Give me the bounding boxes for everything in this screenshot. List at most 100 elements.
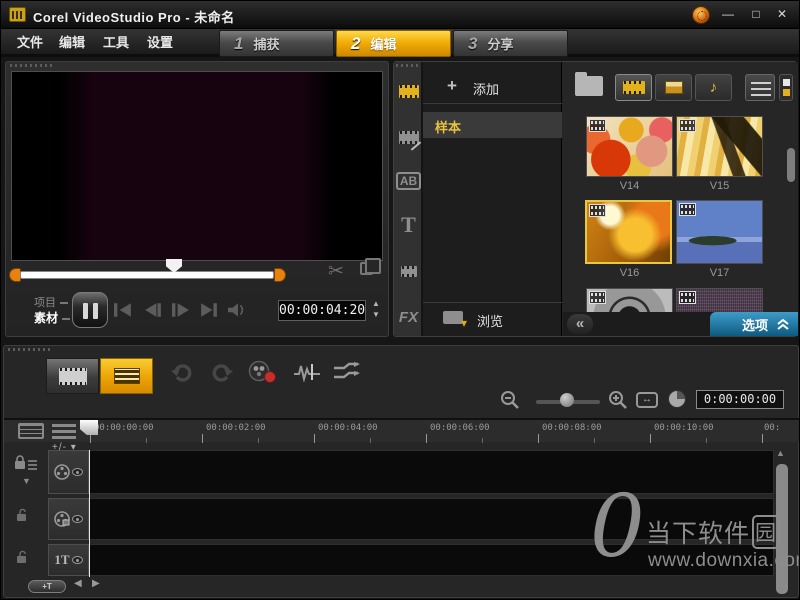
timeline-timecode[interactable]: 0:00:00:00 <box>696 390 784 409</box>
ruler-label: 00:00:06:00 <box>430 423 490 433</box>
stepper-up-icon[interactable]: ▲ <box>372 299 380 308</box>
timeline-panel: ↔ 0:00:00:00 00:00:00:00 00:00:02:00 00:… <box>3 345 799 598</box>
volume-icon[interactable] <box>228 303 250 317</box>
zoom-slider-thumb[interactable] <box>560 393 574 407</box>
track-visibility-eye-icon[interactable] <box>72 556 83 564</box>
stepper-down-icon[interactable]: ▼ <box>372 310 380 319</box>
end-button[interactable] <box>200 303 222 317</box>
split-clip-icon[interactable]: ✂ <box>328 260 344 283</box>
track-visibility-eye-icon[interactable] <box>72 515 83 523</box>
downxia-watermark: 0 当下软件园 www.downxia.com <box>590 500 798 598</box>
home-button[interactable] <box>114 303 136 317</box>
title-track-lock-icon[interactable] <box>16 550 32 564</box>
category-title-icon[interactable]: T <box>396 212 421 238</box>
category-transition-icon[interactable] <box>396 124 421 150</box>
media-thumbnail-v15[interactable] <box>676 116 763 177</box>
menu-tools[interactable]: 工具 <box>97 29 135 57</box>
scroll-up-icon[interactable]: ▲ <box>776 448 785 458</box>
ruler-label: 00:00:08:00 <box>542 423 602 433</box>
ripple-editing-icon[interactable] <box>332 362 360 382</box>
overlay-track-lock-icon[interactable] <box>16 508 32 522</box>
trim-end-handle[interactable] <box>274 268 286 282</box>
import-folder-icon[interactable] <box>575 76 603 96</box>
media-thumbnail-v14[interactable] <box>586 116 673 177</box>
media-thumbnail-v17[interactable] <box>676 200 763 264</box>
sort-view-button[interactable] <box>779 74 793 101</box>
scroll-left-icon[interactable]: ◀ <box>74 578 82 589</box>
library-folder-sample[interactable]: 样本 <box>423 112 562 138</box>
timecode-stepper[interactable]: ▲ ▼ <box>370 298 382 322</box>
window-title: Corel VideoStudio Pro - 未命名 <box>33 7 235 26</box>
options-button[interactable]: 选项 <box>710 312 798 336</box>
video-track[interactable] <box>89 450 774 494</box>
timeline-view-button[interactable] <box>100 358 153 394</box>
list-view-button[interactable] <box>745 74 775 101</box>
tab-share[interactable]: 3 分享 <box>453 30 568 57</box>
enlarge-preview-icon[interactable] <box>360 262 373 275</box>
thumbnail-label: V16 <box>586 267 673 279</box>
menu-settings[interactable]: 设置 <box>141 29 179 57</box>
media-thumbnail-partial[interactable] <box>676 288 763 314</box>
title-track-icon: 1T <box>54 552 69 568</box>
scroll-right-icon[interactable]: ▶ <box>92 578 100 589</box>
category-graphic-icon[interactable] <box>396 258 421 284</box>
category-filter-fx-icon[interactable]: FX <box>396 304 421 330</box>
minimize-button[interactable]: — <box>717 6 739 23</box>
downxia-url: www.downxia.com <box>648 550 800 572</box>
category-media-icon[interactable] <box>396 78 421 104</box>
undo-icon[interactable] <box>170 362 194 382</box>
duration-clock-icon[interactable] <box>668 390 686 408</box>
project-mode-label[interactable]: 项目 <box>34 296 70 311</box>
trim-bar[interactable] <box>20 271 274 279</box>
track-visibility-eye-icon[interactable] <box>72 468 83 476</box>
preview-timecode[interactable]: 00:00:04:20 <box>278 300 366 321</box>
storyboard-view-button[interactable] <box>46 358 99 394</box>
category-ab-transition-icon[interactable]: AB <box>396 168 421 194</box>
gallery-scrollbar[interactable] <box>787 148 795 182</box>
tab-capture[interactable]: 1 捕获 <box>219 30 334 57</box>
collapse-panel-icon[interactable]: « <box>567 314 593 334</box>
time-ruler[interactable]: 00:00:00:00 00:00:02:00 00:00:04:00 00:0… <box>88 420 800 444</box>
playhead-line <box>89 450 90 577</box>
zoom-out-icon[interactable] <box>500 390 520 410</box>
filter-photo-button[interactable] <box>655 74 692 101</box>
redo-icon[interactable] <box>210 362 234 382</box>
menu-edit[interactable]: 编辑 <box>53 29 91 57</box>
lock-all-tracks-icon[interactable] <box>14 454 38 472</box>
track-list-icon[interactable] <box>52 423 76 439</box>
record-capture-icon[interactable] <box>248 360 278 384</box>
media-thumbnail-v16-selected[interactable] <box>585 200 672 264</box>
film-reel-icon <box>54 464 70 480</box>
video-track-header[interactable] <box>48 450 89 494</box>
zoom-in-icon[interactable] <box>608 390 628 410</box>
next-frame-button[interactable] <box>172 303 194 317</box>
media-gallery: ♪ V14 V15 V16 V17 <box>563 62 798 336</box>
track-manager-icon[interactable] <box>18 423 44 439</box>
title-bar: Corel VideoStudio Pro - 未命名 — □ ✕ <box>1 1 800 29</box>
sound-mixer-icon[interactable] <box>294 362 320 382</box>
expand-tracks-icon[interactable]: ▼ <box>22 476 31 486</box>
add-folder-button[interactable]: + 添加 <box>423 70 562 104</box>
menu-file[interactable]: 文件 <box>11 29 49 57</box>
previous-frame-button[interactable] <box>144 303 166 317</box>
browse-button[interactable]: ▾ 浏览 <box>423 302 562 332</box>
clip-mode-label[interactable]: 素材 <box>34 311 70 326</box>
overlay-track-header[interactable] <box>48 498 89 540</box>
browse-icon: ▾ <box>443 311 463 324</box>
pause-button[interactable] <box>72 292 108 328</box>
media-thumbnail-partial[interactable] <box>586 288 673 314</box>
filter-audio-button[interactable]: ♪ <box>695 74 732 101</box>
chevrons-up-icon <box>776 318 790 331</box>
maximize-button[interactable]: □ <box>745 6 767 23</box>
close-button[interactable]: ✕ <box>771 6 793 23</box>
filter-video-button[interactable] <box>615 74 652 101</box>
timeline-ruler-row: 00:00:00:00 00:00:02:00 00:00:04:00 00:0… <box>4 418 800 442</box>
fit-project-icon[interactable]: ↔ <box>636 392 658 408</box>
title-track-header[interactable]: 1T <box>48 544 89 576</box>
track-swap-button[interactable]: +T <box>28 580 66 593</box>
video-clip-badge-icon <box>589 119 606 132</box>
ruler-label: 00: <box>764 423 780 433</box>
timeline-icon <box>114 368 140 384</box>
tab-edit[interactable]: 2 编辑 <box>336 30 451 57</box>
storyboard-icon <box>59 368 87 385</box>
